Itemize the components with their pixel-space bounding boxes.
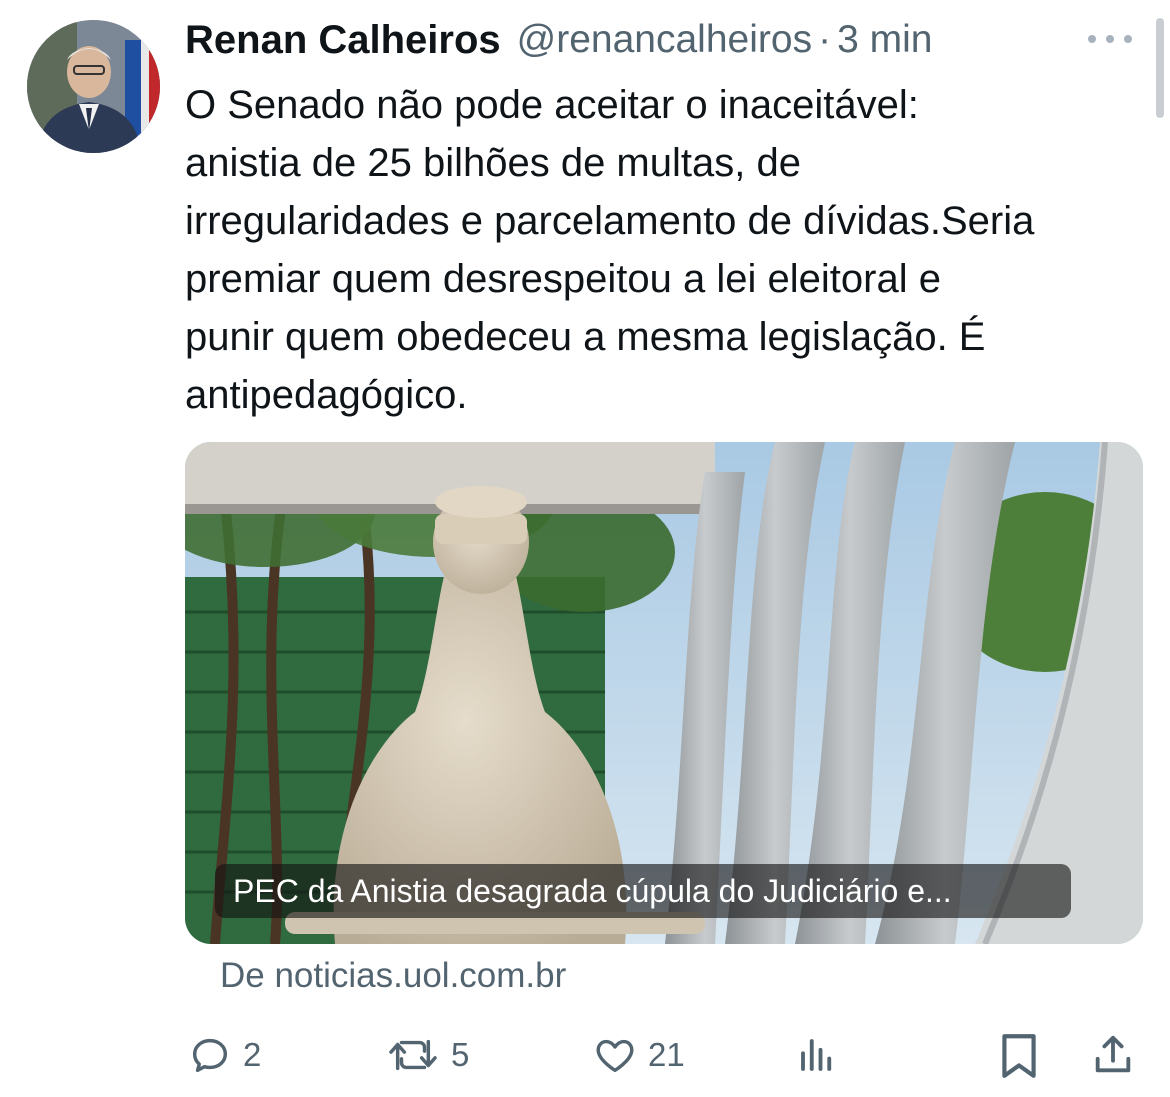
- heart-icon: [592, 1032, 638, 1078]
- like-count: 21: [648, 1036, 685, 1073]
- views-button[interactable]: [796, 1030, 838, 1080]
- retweet-button[interactable]: 5: [385, 1030, 469, 1080]
- action-bar: 2 5 21: [0, 1020, 1170, 1090]
- retweet-count: 5: [451, 1036, 470, 1073]
- retweet-icon: [385, 1032, 441, 1078]
- share-icon: [1090, 1032, 1136, 1078]
- share-button[interactable]: [1090, 1030, 1136, 1080]
- like-button[interactable]: 21: [592, 1030, 685, 1080]
- link-card-caption: PEC da Anistia desagrada cúpula do Judic…: [215, 864, 1071, 918]
- tweet-text: O Senado não pode aceitar o inaceitável:…: [185, 83, 1035, 417]
- more-icon[interactable]: [1088, 26, 1132, 52]
- separator-dot: ·: [818, 18, 832, 61]
- reply-button[interactable]: 2: [187, 1030, 261, 1080]
- link-source[interactable]: De noticias.uol.com.br: [220, 956, 566, 996]
- reply-icon: [187, 1032, 233, 1078]
- bookmark-icon: [996, 1030, 1042, 1080]
- tweet-timestamp[interactable]: 3 min: [837, 18, 932, 62]
- avatar[interactable]: [27, 20, 160, 153]
- bookmark-button[interactable]: [996, 1030, 1042, 1080]
- author-handle[interactable]: @renancalheiros: [517, 18, 812, 62]
- tweet: Renan Calheiros @renancalheiros · 3 min …: [0, 0, 1170, 1097]
- author-name[interactable]: Renan Calheiros: [185, 18, 501, 63]
- views-icon: [796, 1034, 838, 1076]
- link-card[interactable]: PEC da Anistia desagrada cúpula do Judic…: [185, 442, 1143, 944]
- tweet-header: Renan Calheiros @renancalheiros · 3 min: [185, 14, 932, 66]
- reply-count: 2: [243, 1036, 262, 1073]
